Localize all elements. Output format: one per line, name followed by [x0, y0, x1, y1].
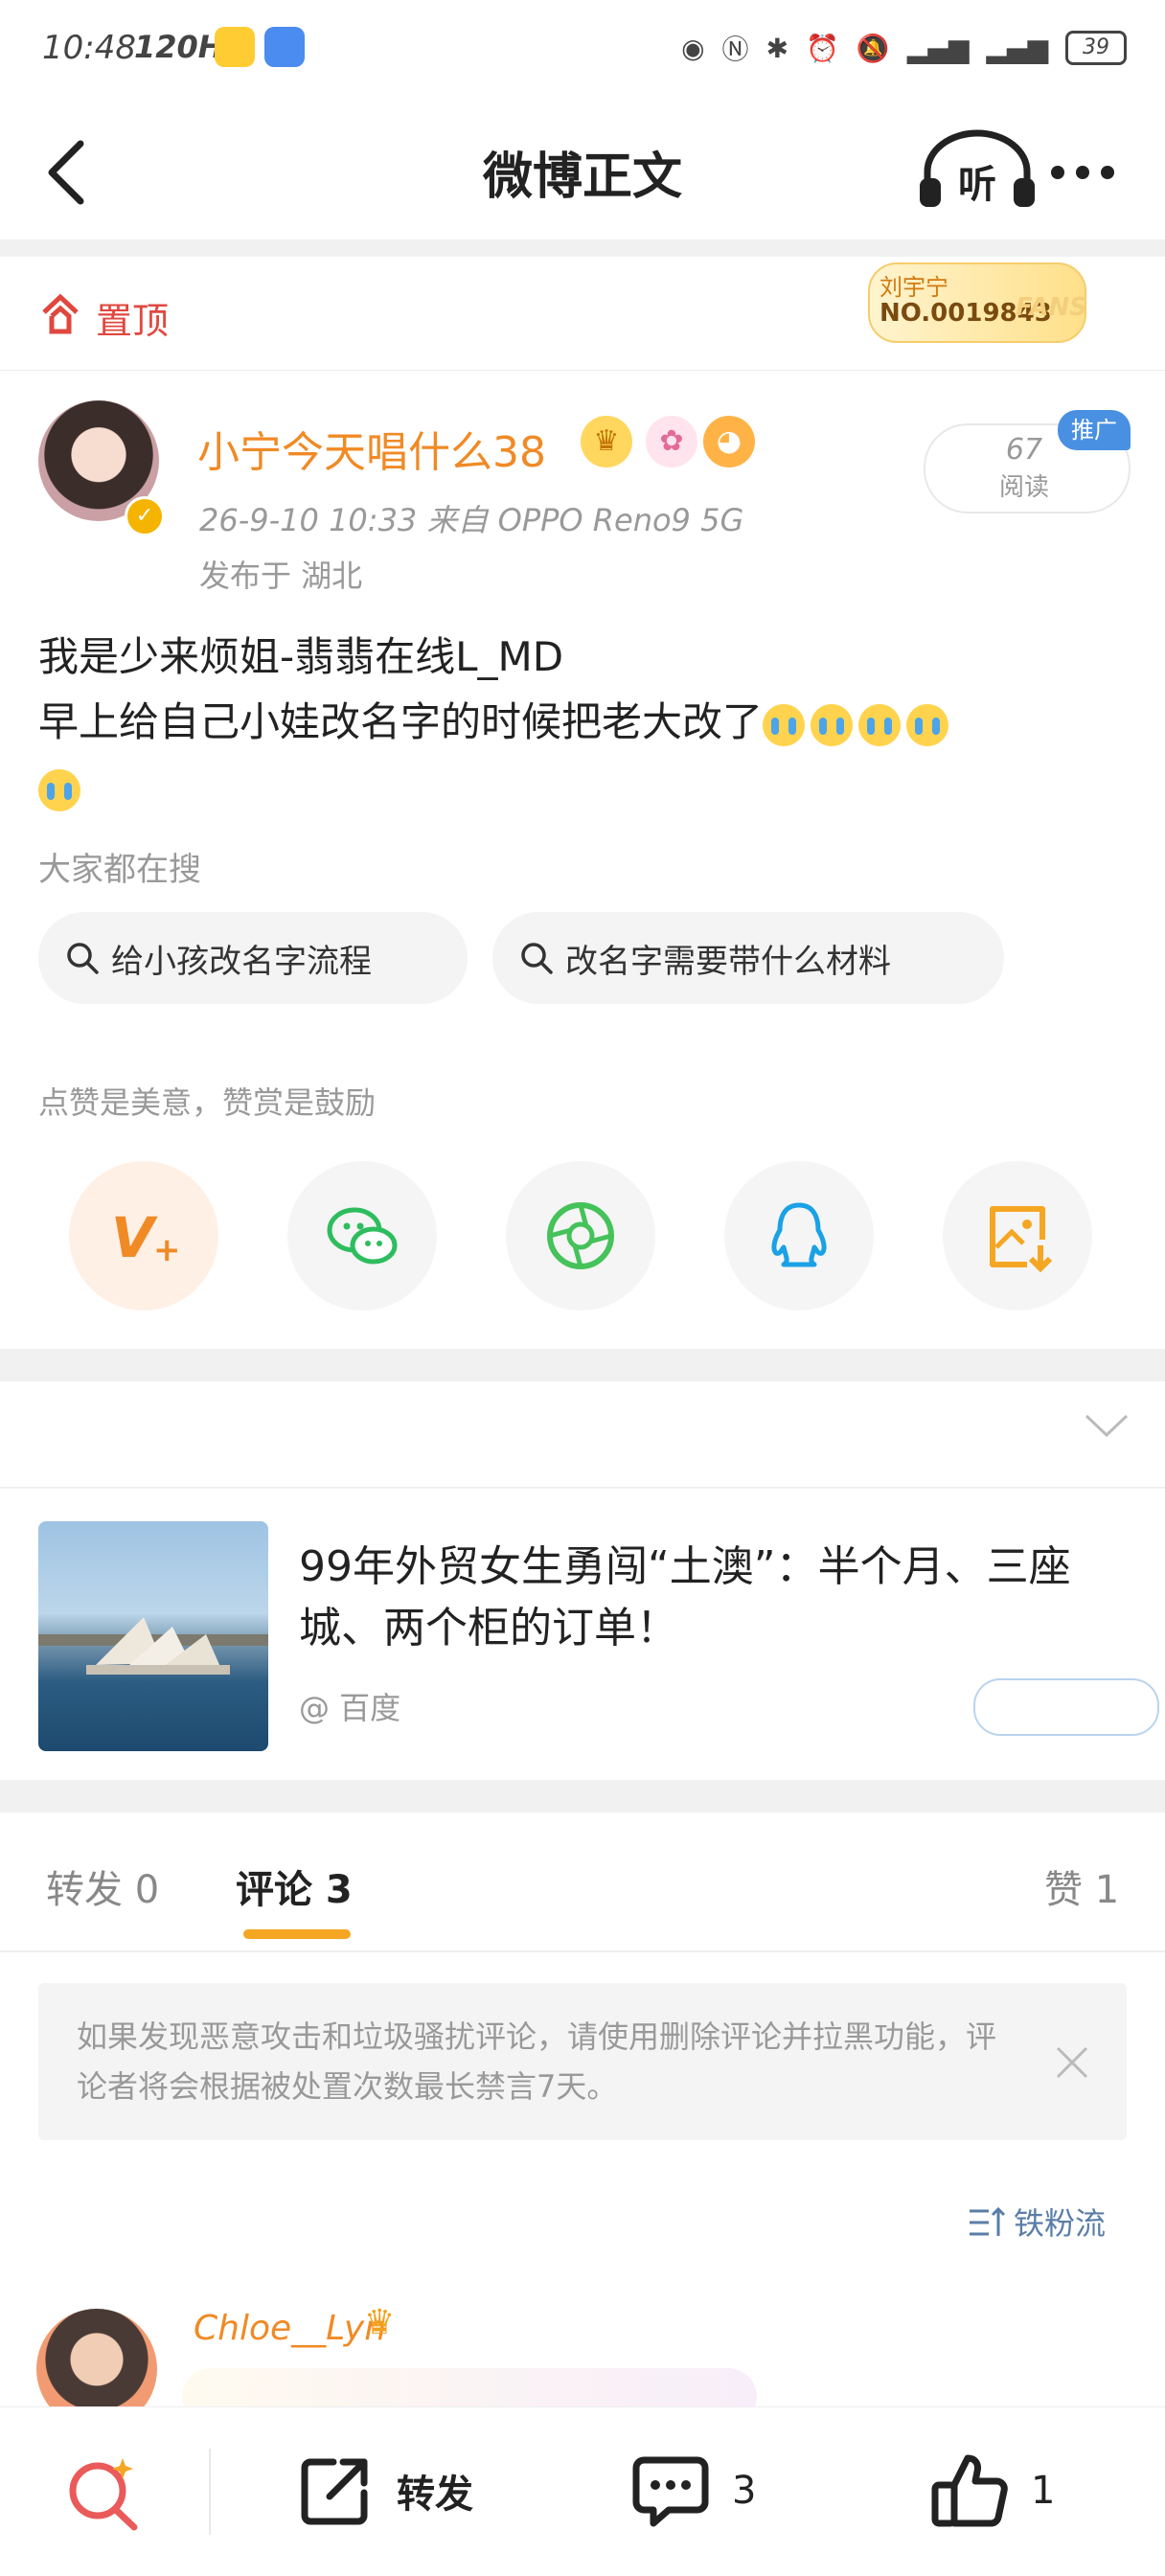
bottom-divider: [209, 2449, 211, 2535]
active-tab-indicator: [243, 1929, 351, 1939]
post-line-2: 早上给自己小娃改名字的时候把老大改了: [38, 698, 764, 745]
search-sparkle-icon[interactable]: [63, 2452, 146, 2535]
repost-button[interactable]: 转发: [295, 2445, 473, 2537]
flower-badge-icon: ✿: [646, 416, 697, 467]
ad-title[interactable]: 99年外贸女生勇闯“土澳”：半个月、三座城、两个柜的订单！: [299, 1537, 1142, 1659]
crying-emoji-icon: [763, 703, 806, 746]
tab-like[interactable]: 赞 1: [1044, 1858, 1119, 1914]
crying-emoji-icon: [38, 768, 80, 811]
save-image-button[interactable]: [943, 1161, 1092, 1311]
pinned-label: 置顶: [96, 300, 170, 342]
section-divider: [0, 1780, 1165, 1812]
status-time: 10:48: [42, 29, 136, 67]
signal-icon-2: ▂▄▆: [986, 32, 1048, 64]
like-count: 1: [1031, 2469, 1056, 2513]
crown-badge-icon: ♛: [364, 2303, 396, 2342]
crying-emoji-icon: [811, 703, 854, 746]
sort-toggle[interactable]: 铁粉流: [1014, 2200, 1106, 2244]
n-icon: Ⓝ: [721, 34, 749, 65]
reward-button[interactable]: V +: [69, 1161, 218, 1311]
search-chip-label: 给小孩改名字流程: [111, 942, 372, 981]
repost-label: 转发: [397, 2473, 473, 2517]
search-icon: [67, 943, 99, 974]
read-count-label: 阅读: [998, 473, 1049, 502]
crown-badge-icon: ♛: [581, 416, 632, 467]
search-chip-label: 改名字需要带什么材料: [565, 942, 891, 981]
share-wechat-button[interactable]: [287, 1161, 437, 1311]
comment-button[interactable]: 3: [630, 2445, 756, 2537]
tab-comment[interactable]: 评论 3: [236, 1858, 353, 1914]
reward-tip: 点赞是美意，赞赏是鼓励: [38, 1084, 377, 1121]
ad-thumbnail[interactable]: [38, 1521, 268, 1751]
pin-up-icon: [42, 293, 79, 334]
fans-badge-name: 刘宇宁: [879, 274, 948, 301]
svg-text:听: 听: [958, 163, 996, 207]
search-icon: [521, 943, 553, 974]
verified-icon: ✓: [125, 496, 165, 536]
share-moments-button[interactable]: [506, 1161, 655, 1311]
divider: [0, 1487, 1165, 1489]
section-divider: [0, 1349, 1165, 1381]
thumbs-up-icon: [931, 2454, 1008, 2527]
like-button[interactable]: 1: [929, 2445, 1055, 2537]
read-count: 67: [1005, 433, 1043, 467]
crying-emoji-icon: [858, 703, 902, 746]
hot-search-label: 大家都在搜: [38, 851, 201, 889]
author-name[interactable]: 小宁今天唱什么38: [197, 418, 546, 479]
comment-notice-text: 如果发现恶意攻击和垃圾骚扰评论，请使用删除评论并拉黑功能，评论者将会根据被处置次…: [77, 2018, 997, 2105]
commenter-name[interactable]: Chloe__Lyn: [194, 2309, 386, 2348]
fish-badge-icon: ◕: [703, 416, 755, 467]
notification-app-icon: [264, 27, 305, 67]
close-icon[interactable]: [1048, 2039, 1096, 2086]
status-indicators: ◉ Ⓝ ✱ ⏰ 🔕 ▂▄▆ ▂▄▆ 39: [681, 29, 1127, 67]
v-plus-icon: V +: [111, 1205, 181, 1270]
promo-badge[interactable]: 推广: [1058, 410, 1131, 450]
save-image-icon: [990, 1206, 1053, 1273]
signal-icon: ▂▄▆: [906, 32, 970, 64]
nfc-icon: ◉: [681, 32, 705, 64]
search-chip[interactable]: 给小孩改名字流程: [38, 912, 468, 1004]
fans-badge-tag: FANS: [1016, 293, 1088, 322]
more-icon[interactable]: [1044, 153, 1121, 192]
post-body: 我是少来烦姐-翡翡在线L_MD 早上给自己小娃改名字的时候把老大改了: [38, 625, 1131, 820]
listen-icon[interactable]: 听: [910, 128, 1044, 215]
post-meta: 26-9-10 10:33 来自 OPPO Reno9 5G: [199, 502, 744, 538]
share-qq-button[interactable]: [724, 1161, 874, 1311]
post-line-1: 我是少来烦姐-翡翡在线L_MD: [38, 633, 564, 680]
search-chip[interactable]: 改名字需要带什么材料: [492, 912, 1004, 1004]
svg-text:+: +: [153, 1231, 181, 1269]
mute-icon: 🔕: [856, 32, 890, 64]
share-arrow-icon: [301, 2458, 368, 2525]
back-icon[interactable]: [38, 134, 96, 211]
ad-action-button[interactable]: [973, 1678, 1159, 1736]
section-divider: [0, 239, 1165, 257]
opera-house-image: [38, 1617, 268, 1675]
wechat-icon: [327, 1207, 398, 1265]
qq-icon: [771, 1202, 827, 1267]
comment-icon: [632, 2456, 709, 2527]
bluetooth-icon: ✱: [765, 32, 789, 64]
sort-icon: [970, 2206, 1006, 2236]
chevron-down-icon[interactable]: [1085, 1414, 1129, 1439]
tab-repost[interactable]: 转发 0: [46, 1858, 159, 1914]
divider: [0, 1950, 1165, 1952]
ad-source: @ 百度: [299, 1690, 401, 1726]
alarm-icon: ⏰: [806, 32, 839, 64]
status-bar: 10:48 120HZ ◉ Ⓝ ✱ ⏰ 🔕 ▂▄▆ ▂▄▆ 39: [0, 0, 1165, 105]
comment-count: 3: [732, 2469, 757, 2513]
svg-text:V: V: [111, 1205, 158, 1270]
battery-icon: 39: [1065, 31, 1127, 65]
weibo-app-icon: [215, 27, 255, 67]
moments-icon: [547, 1202, 614, 1269]
post-location: 发布于 湖北: [199, 558, 363, 594]
crying-emoji-icon: [906, 703, 949, 746]
